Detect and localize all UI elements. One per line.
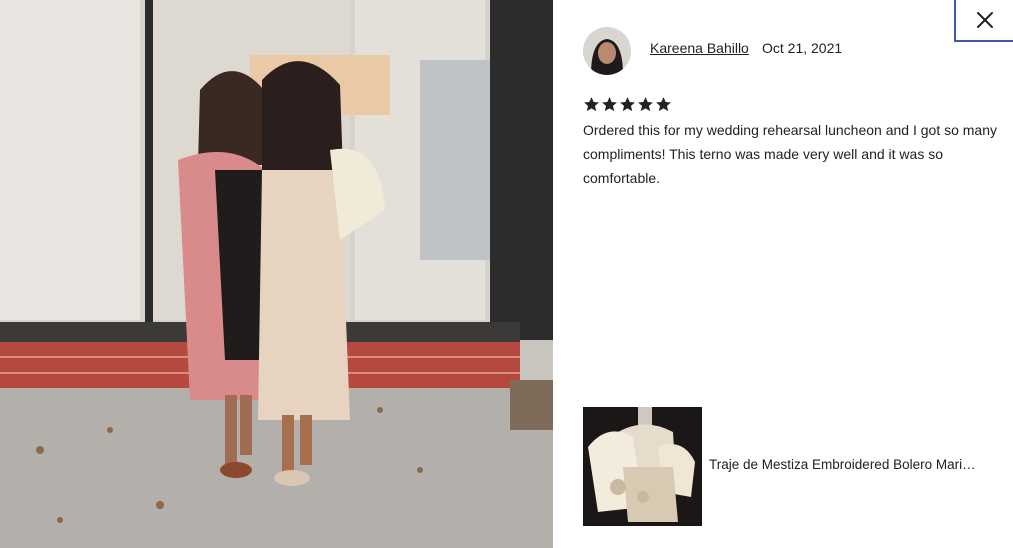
review-photo-image [0,0,553,548]
product-image [583,407,702,526]
star-icon [656,97,671,112]
product-thumbnail[interactable] [583,407,702,526]
reviewer-avatar[interactable] [583,27,631,75]
avatar-image [583,27,631,75]
close-icon [976,12,993,28]
review-panel: Kareena Bahillo Oct 21, 2021 Ordered thi… [553,0,1013,548]
star-icon [620,97,635,112]
star-icon [584,97,599,112]
product-title-link[interactable]: Traje de Mestiza Embroidered Bolero Mari… [709,457,1001,472]
star-icon [602,97,617,112]
star-icon [638,97,653,112]
reviewer-name-link[interactable]: Kareena Bahillo [650,40,749,56]
close-button[interactable] [954,0,1013,42]
review-date: Oct 21, 2021 [762,40,843,56]
review-photo [0,0,553,548]
review-text: Ordered this for my wedding rehearsal lu… [583,122,998,186]
star-rating [583,96,672,113]
